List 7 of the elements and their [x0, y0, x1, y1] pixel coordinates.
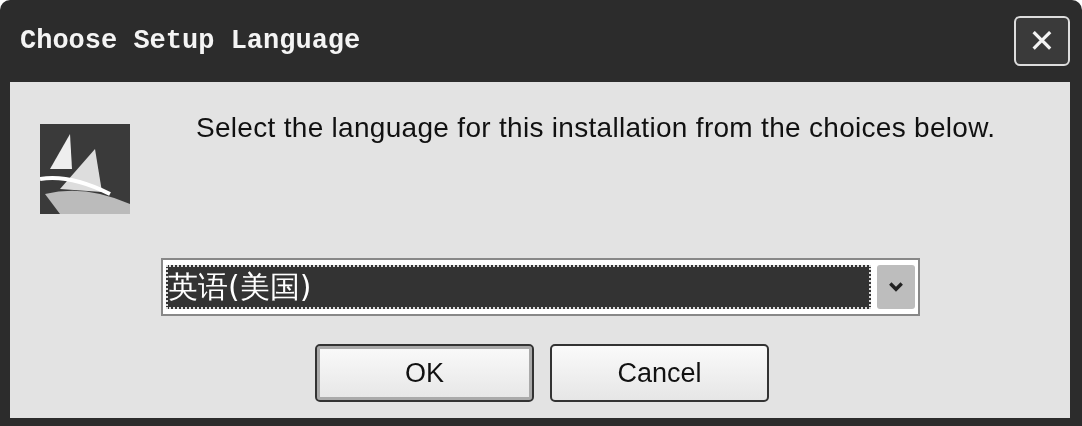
language-dropdown[interactable]: 英语(美国) — [161, 258, 920, 316]
ok-button[interactable]: OK — [315, 344, 534, 402]
window-title: Choose Setup Language — [20, 26, 361, 56]
cancel-button[interactable]: Cancel — [550, 344, 769, 402]
instruction-text: Select the language for this installation from the choices below. — [196, 112, 996, 144]
close-button[interactable]: ✕ — [1014, 16, 1070, 66]
sails-icon — [40, 124, 130, 214]
